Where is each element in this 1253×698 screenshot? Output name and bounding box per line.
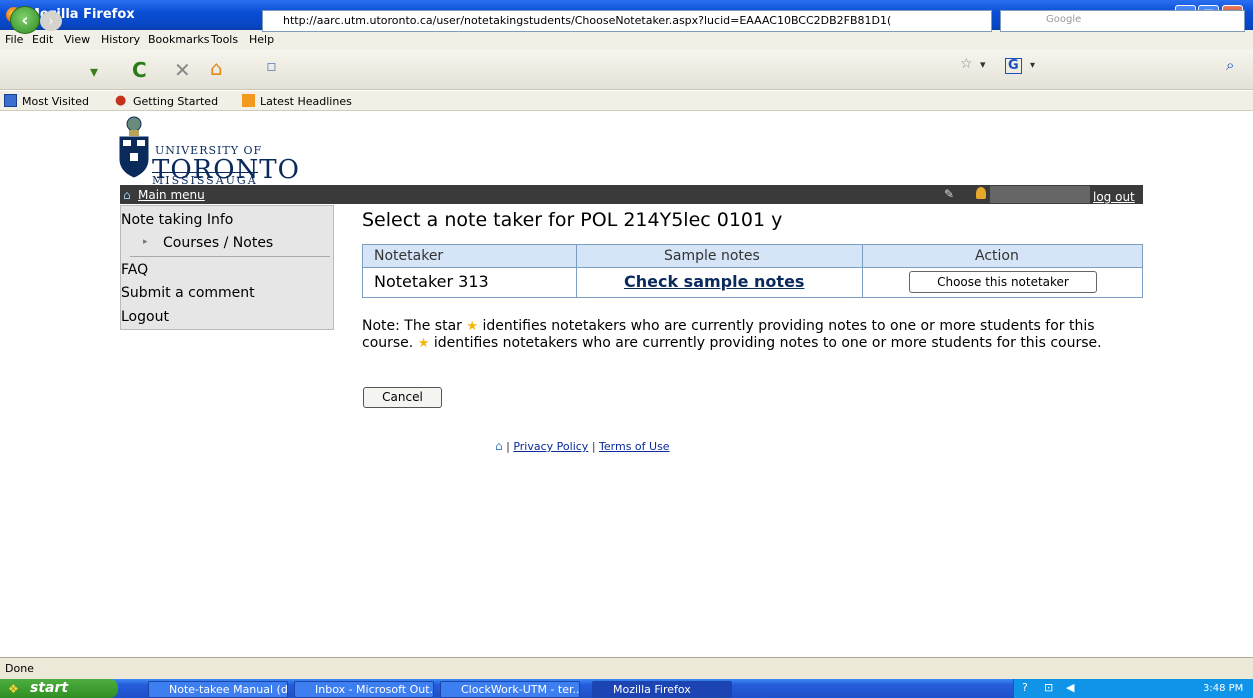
tools-icon[interactable]: ✎ — [944, 187, 954, 201]
column-header-notetaker: Notetaker — [374, 248, 444, 264]
footer-home-icon[interactable]: ⌂ — [495, 439, 503, 453]
privacy-policy-link[interactable]: Privacy Policy — [513, 440, 588, 453]
table-col-divider — [576, 245, 577, 297]
sidebar-item-courses-notes[interactable]: Courses / Notes — [163, 235, 273, 251]
url-dropdown-icon[interactable]: ▾ — [980, 58, 986, 71]
task-label: Note-takee Manual (d... — [169, 683, 288, 696]
menu-file[interactable]: File — [5, 33, 23, 46]
page-title: Select a note taker for POL 214Y5lec 010… — [362, 209, 783, 231]
user-icon — [976, 187, 986, 199]
star-icon: ★ — [466, 319, 479, 334]
sidebar-item-logout[interactable]: Logout — [121, 309, 169, 325]
search-icon[interactable]: ⌕ — [1226, 56, 1234, 74]
terms-of-use-link[interactable]: Terms of Use — [599, 440, 670, 453]
footer-separator: | — [591, 440, 596, 453]
status-text: Done — [5, 662, 34, 675]
most-visited-icon — [4, 94, 17, 107]
page-icon: ▫ — [266, 56, 277, 75]
bookmark-getting-started[interactable]: Getting Started — [133, 95, 218, 108]
reload-icon[interactable]: C — [132, 58, 147, 82]
sidebar-item-note-taking-info[interactable]: Note taking Info — [121, 212, 233, 228]
forward-button[interactable]: › — [40, 11, 62, 31]
back-button[interactable]: ‹ — [10, 6, 40, 34]
start-label: start — [30, 680, 69, 696]
help-icon[interactable]: ? — [1022, 681, 1028, 694]
check-sample-notes-link[interactable]: Check sample notes — [624, 272, 804, 291]
windows-logo-icon: ❖ — [8, 682, 19, 696]
taskbar-item-word[interactable]: Note-takee Manual (d... — [148, 681, 288, 698]
status-bar — [0, 657, 1253, 679]
note-text-a: Note: The star — [362, 318, 462, 334]
menu-view[interactable]: View — [64, 33, 90, 46]
task-label: Inbox - Microsoft Out... — [315, 683, 434, 696]
stop-icon[interactable]: ✕ — [174, 58, 191, 82]
getting-started-icon: ● — [115, 93, 127, 108]
menu-edit[interactable]: Edit — [32, 33, 53, 46]
table-col-divider — [862, 245, 863, 297]
sidebar-divider — [130, 256, 330, 257]
university-shield-logo — [119, 116, 149, 178]
logout-link[interactable]: log out — [1093, 190, 1135, 204]
bookmark-most-visited[interactable]: Most Visited — [22, 95, 89, 108]
star-note: Note: The star ★ identifies notetakers w… — [362, 318, 1142, 352]
search-engine-dropdown-icon[interactable]: ▾ — [1030, 60, 1035, 71]
bookmark-star-icon[interactable]: ☆ — [960, 56, 973, 72]
star-icon: ★ — [417, 336, 430, 351]
page-footer: ⌂ | Privacy Policy | Terms of Use — [495, 439, 670, 453]
footer-separator: | — [506, 440, 510, 453]
sidebar-item-faq[interactable]: FAQ — [121, 262, 148, 278]
google-engine-icon[interactable]: G — [1005, 58, 1022, 74]
menu-tools[interactable]: Tools — [211, 33, 238, 46]
network-icon[interactable]: ⊡ — [1044, 681, 1053, 694]
url-text[interactable]: http://aarc.utm.utoronto.ca/user/notetak… — [283, 14, 963, 27]
choose-notetaker-button[interactable]: Choose this notetaker — [909, 271, 1097, 293]
task-label: Mozilla Firefox — [613, 683, 691, 696]
taskbar-item-clockwork[interactable]: ClockWork-UTM - ter... — [440, 681, 580, 698]
task-label: ClockWork-UTM - ter... — [461, 683, 580, 696]
menu-history[interactable]: History — [101, 33, 140, 46]
bookmark-latest-headlines[interactable]: Latest Headlines — [260, 95, 352, 108]
clock: 3:48 PM — [1203, 683, 1244, 694]
column-header-sample-notes: Sample notes — [664, 248, 760, 264]
taskbar-item-firefox[interactable]: Mozilla Firefox — [592, 681, 732, 698]
column-header-action: Action — [975, 248, 1019, 264]
redacted-username — [990, 186, 1090, 203]
search-placeholder: Google — [1046, 14, 1082, 25]
cancel-button[interactable]: Cancel — [363, 387, 442, 408]
taskbar-item-outlook[interactable]: Inbox - Microsoft Out... — [294, 681, 434, 698]
menu-help[interactable]: Help — [249, 33, 274, 46]
main-menu-link[interactable]: Main menu — [138, 188, 205, 202]
note-text-c: identifies notetakers who are currently … — [433, 335, 1102, 351]
sidebar-item-submit-comment[interactable]: Submit a comment — [121, 285, 255, 301]
rss-icon — [242, 94, 255, 107]
table-row-divider — [363, 267, 1142, 268]
menu-bookmarks[interactable]: Bookmarks — [148, 33, 209, 46]
bullet-arrow-icon: ▸ — [143, 237, 148, 247]
dropdown-history-icon[interactable]: ▾ — [90, 62, 98, 81]
notetaker-name: Notetaker 313 — [374, 272, 489, 291]
home-icon[interactable]: ⌂ — [210, 56, 223, 80]
menu-bar: File Edit View History Bookmarks Tools H… — [0, 30, 1253, 50]
search-box[interactable] — [1000, 10, 1245, 32]
volume-icon[interactable]: ◀ — [1066, 681, 1074, 694]
main-menu-icon: ⌂ — [123, 188, 131, 202]
